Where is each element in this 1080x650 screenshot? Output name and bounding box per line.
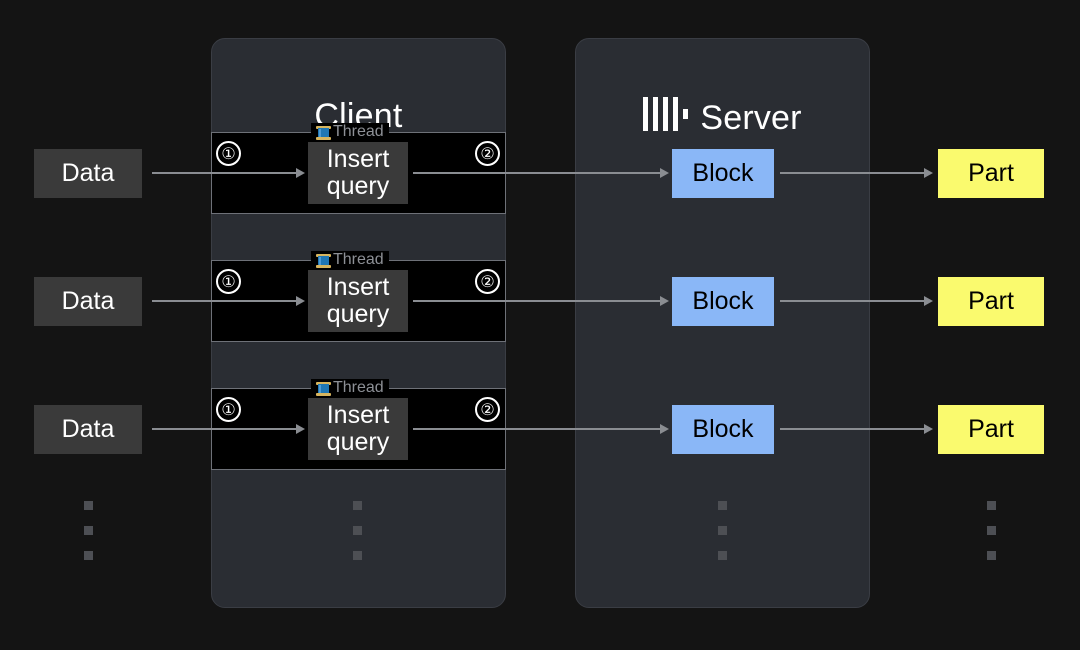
step-badge-1: ① [216,141,241,166]
ellipsis-dot [353,526,362,535]
ellipsis-part-column [987,501,996,560]
thread-label-text: Thread [333,379,384,397]
step-badge-2: ② [475,269,500,294]
arrow-head-block-to-part [924,296,933,306]
thread-label: Thread [311,251,389,269]
step-badge-2: ② [475,397,500,422]
arrow-head-block-to-part [924,168,933,178]
part-box: Part [938,277,1044,326]
step-badge-1: ① [216,269,241,294]
arrow-head-query-to-block [660,424,669,434]
ellipsis-server-column [718,501,727,560]
thread-label-text: Thread [333,251,384,269]
arrow-query-to-block [413,172,661,174]
server-panel-title: Server [576,97,869,140]
ellipsis-dot [987,551,996,560]
ellipsis-data-column [84,501,93,560]
insert-query-line-2: query [327,173,390,200]
insert-query-box: Insert query [308,398,408,460]
step-badge-1-text: ① [221,272,235,292]
arrow-head-query-to-block [660,296,669,306]
data-box: Data [34,277,142,326]
ellipsis-client-column [353,501,362,560]
arrow-block-to-part [780,300,925,302]
block-box-label: Block [692,416,753,443]
block-box-label: Block [692,288,753,315]
ellipsis-dot [718,526,727,535]
arrow-head-query-to-block [660,168,669,178]
arrow-data-to-query [152,300,297,302]
part-box-label: Part [968,288,1014,315]
insert-query-box: Insert query [308,142,408,204]
data-box-label: Data [62,160,115,187]
arrow-data-to-query [152,172,297,174]
insert-query-line-1: Insert [327,402,390,429]
server-title-text: Server [700,99,801,137]
clickhouse-logo-icon [643,97,688,140]
step-badge-1-text: ① [221,144,235,164]
block-box-label: Block [692,160,753,187]
thread-spool-icon [316,379,331,397]
ellipsis-dot [353,501,362,510]
part-box-label: Part [968,416,1014,443]
ellipsis-dot [987,501,996,510]
arrow-query-to-block [413,428,661,430]
insert-query-line-1: Insert [327,274,390,301]
ellipsis-dot [353,551,362,560]
insert-query-box: Insert query [308,270,408,332]
data-box: Data [34,149,142,198]
step-badge-2-text: ② [480,272,494,292]
part-box: Part [938,149,1044,198]
data-box: Data [34,405,142,454]
step-badge-1: ① [216,397,241,422]
arrow-head-data-to-query [296,168,305,178]
arrow-head-block-to-part [924,424,933,434]
insert-query-line-2: query [327,429,390,456]
ellipsis-dot [718,501,727,510]
step-badge-1-text: ① [221,400,235,420]
insert-query-line-1: Insert [327,146,390,173]
arrow-query-to-block [413,300,661,302]
data-box-label: Data [62,288,115,315]
block-box: Block [672,405,774,454]
arrow-block-to-part [780,172,925,174]
ellipsis-dot [84,501,93,510]
block-box: Block [672,149,774,198]
insert-query-line-2: query [327,301,390,328]
thread-label-text: Thread [333,123,384,141]
ellipsis-dot [84,526,93,535]
thread-spool-icon [316,251,331,269]
step-badge-2: ② [475,141,500,166]
step-badge-2-text: ② [480,400,494,420]
arrow-head-data-to-query [296,296,305,306]
thread-label: Thread [311,379,389,397]
step-badge-2-text: ② [480,144,494,164]
ellipsis-dot [84,551,93,560]
diagram-canvas: Client Server Thread Data [0,0,1080,650]
ellipsis-dot [718,551,727,560]
arrow-head-data-to-query [296,424,305,434]
thread-spool-icon [316,123,331,141]
part-box: Part [938,405,1044,454]
thread-label: Thread [311,123,389,141]
part-box-label: Part [968,160,1014,187]
arrow-data-to-query [152,428,297,430]
arrow-block-to-part [780,428,925,430]
block-box: Block [672,277,774,326]
data-box-label: Data [62,416,115,443]
ellipsis-dot [987,526,996,535]
